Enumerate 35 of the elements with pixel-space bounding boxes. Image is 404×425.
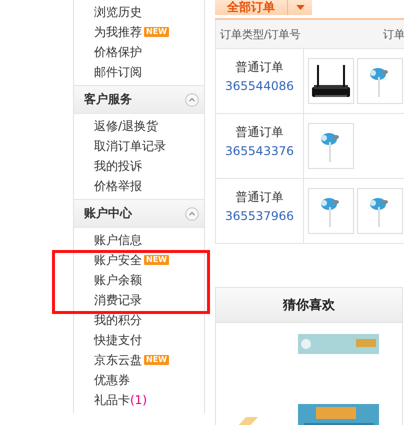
panel-title: 猜你喜欢: [283, 297, 335, 314]
new-badge: NEW: [144, 355, 169, 365]
sidebar-link[interactable]: 快捷支付: [94, 332, 142, 348]
section-title: 客户服务: [84, 91, 132, 108]
sidebar-link[interactable]: 账户余额: [94, 272, 142, 288]
column-header: 订单类型/订单号: [220, 26, 301, 42]
sidebar-link[interactable]: 为我推荐: [94, 24, 142, 40]
order-type: 普通订单: [236, 124, 284, 141]
new-badge: NEW: [144, 27, 169, 37]
order-type: 普通订单: [236, 189, 284, 206]
new-badge: NEW: [144, 255, 169, 265]
sidebar-link[interactable]: 礼品卡: [94, 392, 130, 408]
sidebar-link[interactable]: 京东云盘: [94, 352, 142, 368]
sidebar-link[interactable]: 返修/退换货: [94, 118, 158, 134]
sidebar-link[interactable]: 价格举报: [94, 178, 142, 194]
sidebar-link[interactable]: 价格保护: [94, 44, 142, 60]
order-number-link[interactable]: 365543376: [225, 144, 294, 158]
sidebar-link[interactable]: 取消订单记录: [94, 138, 166, 154]
order-type: 普通订单: [236, 59, 284, 76]
sidebar-link[interactable]: 我的投诉: [94, 158, 142, 174]
sidebar-link[interactable]: 浏览历史: [94, 4, 142, 20]
section-title: 账户中心: [84, 205, 132, 222]
order-number-link[interactable]: 365537966: [225, 209, 294, 223]
count-label: (1): [130, 393, 147, 407]
sidebar-link[interactable]: 账户安全: [94, 252, 142, 268]
dropdown-button[interactable]: [287, 0, 312, 15]
collapse-icon[interactable]: [185, 206, 199, 220]
caret-icon: [296, 4, 304, 10]
collapse-icon[interactable]: [185, 92, 199, 106]
sidebar-link[interactable]: 账户信息: [94, 232, 142, 248]
sidebar-link[interactable]: 优惠券: [94, 372, 130, 388]
sidebar-link[interactable]: 邮件订阅: [94, 64, 142, 80]
sidebar-link[interactable]: 消费记录: [94, 292, 142, 308]
sidebar-link[interactable]: 我的积分: [94, 312, 142, 328]
order-number-link[interactable]: 365544086: [225, 79, 294, 93]
